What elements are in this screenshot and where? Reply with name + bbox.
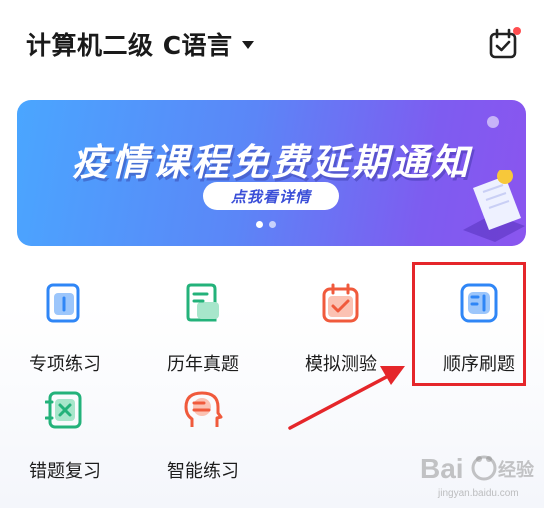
menu-item-special-practice[interactable]: 专项练习 — [10, 280, 120, 380]
svg-text:经验: 经验 — [498, 459, 535, 481]
course-title: 计算机二级 C语言 — [26, 31, 233, 60]
menu-label: 历年真题 — [167, 354, 239, 375]
app-header: 计算机二级 C语言 — [0, 0, 544, 92]
notebook-icon — [46, 283, 80, 323]
decor-circle — [487, 116, 499, 128]
checkin-button[interactable] — [486, 26, 522, 62]
error-book-icon — [45, 391, 82, 429]
svg-text:jingyan.baidu.com: jingyan.baidu.com — [437, 488, 519, 499]
carousel-dot-active[interactable] — [256, 221, 263, 228]
menu-label: 智能练习 — [167, 461, 239, 482]
menu-item-mistake-review[interactable]: 错题复习 — [10, 387, 120, 487]
menu-item-mock-test[interactable]: 模拟测验 — [286, 280, 396, 380]
carousel-dot[interactable] — [269, 221, 276, 228]
ai-head-icon — [184, 391, 223, 427]
annotation-highlight-box — [412, 262, 526, 386]
menu-item-past-exams[interactable]: 历年真题 — [148, 280, 258, 380]
notification-dot — [513, 27, 521, 35]
calendar-check-icon — [322, 283, 359, 323]
menu-label: 错题复习 — [29, 461, 101, 482]
banner-title: 疫情课程免费延期通知 — [71, 141, 472, 184]
document-icon — [186, 283, 219, 322]
svg-text:Bai: Bai — [420, 453, 464, 484]
carousel-dots — [256, 221, 276, 228]
calendar-check-icon — [489, 27, 521, 59]
course-selector[interactable]: 计算机二级 C语言 — [26, 26, 255, 62]
menu-label: 专项练习 — [29, 354, 101, 375]
promo-banner[interactable]: 疫情课程免费延期通知 点我看详情 — [17, 100, 526, 246]
menu-label: 模拟测验 — [305, 354, 377, 375]
banner-details-button[interactable]: 点我看详情 — [203, 182, 339, 210]
baidu-jingyan-watermark: Bai 经验 jingyan.baidu.com — [420, 453, 535, 499]
caret-down-icon — [241, 41, 254, 49]
menu-item-smart-practice[interactable]: 智能练习 — [148, 387, 258, 487]
